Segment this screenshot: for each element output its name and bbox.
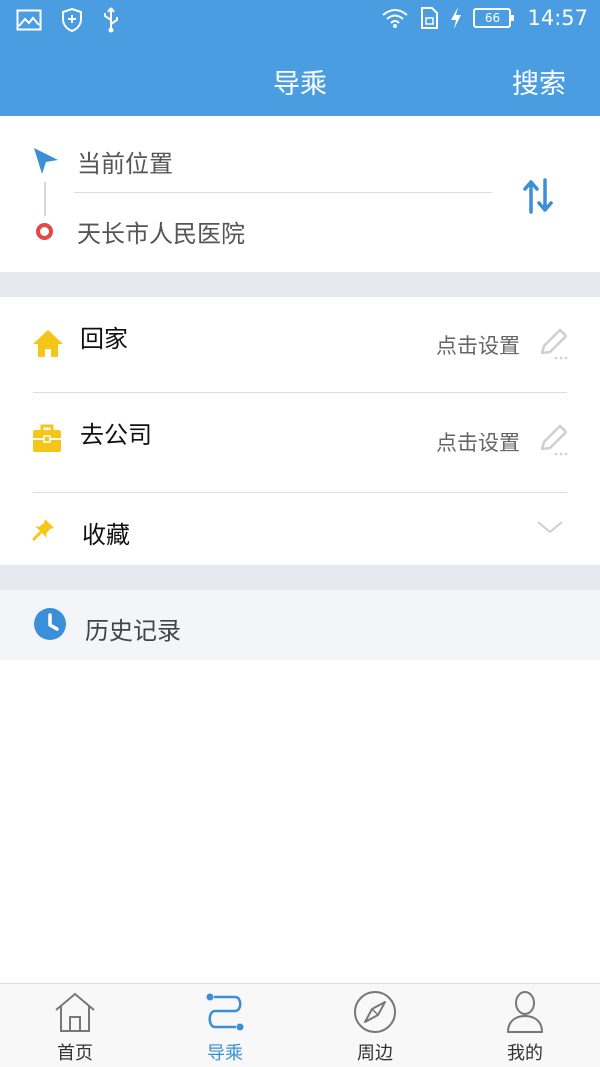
destination-dot-icon (36, 223, 53, 240)
tab-bar: 首页 导乘 周边 我的 (0, 983, 600, 1067)
page-title: 导乘 (273, 69, 327, 100)
favorites-label: 收藏 (82, 521, 130, 549)
history-label: 历史记录 (85, 617, 181, 645)
destination-field[interactable]: 天长市人民医院 (77, 214, 245, 249)
clock-icon (33, 607, 67, 645)
pin-icon (32, 517, 56, 545)
section-gap (0, 272, 600, 297)
usb-icon (102, 6, 120, 34)
origin-field[interactable]: 当前位置 (77, 144, 173, 179)
person-icon (507, 991, 543, 1033)
edit-icon[interactable] (536, 423, 570, 461)
divider (74, 192, 492, 193)
edit-icon[interactable] (536, 327, 570, 365)
work-row[interactable]: 去公司 点击设置 (0, 393, 600, 489)
swap-arrows-icon (523, 178, 553, 214)
charging-icon (449, 6, 463, 30)
wifi-icon (381, 7, 409, 29)
home-row[interactable]: 回家 点击设置 (0, 297, 600, 393)
tab-home[interactable]: 首页 (0, 984, 150, 1067)
clock: 14:57 (527, 6, 588, 30)
history-header[interactable]: 历史记录 (0, 590, 600, 660)
tab-label: 导乘 (207, 1043, 243, 1064)
briefcase-icon (32, 423, 62, 457)
tab-mine[interactable]: 我的 (450, 984, 600, 1067)
nav-bar: 导乘 搜索 (0, 42, 600, 116)
home-set-link[interactable]: 点击设置 (436, 330, 520, 360)
gallery-icon (16, 9, 42, 31)
favorites-row[interactable]: 收藏 (0, 493, 600, 565)
status-bar: 66 14:57 (0, 0, 600, 42)
chevron-down-icon[interactable] (536, 519, 564, 539)
tab-label: 首页 (57, 1043, 93, 1064)
compass-icon (354, 991, 396, 1033)
route-connector (44, 182, 46, 216)
home-icon (55, 992, 95, 1032)
section-gap (0, 565, 600, 590)
route-panel: 当前位置 天长市人民医院 (0, 116, 600, 272)
home-label: 回家 (80, 325, 128, 353)
tab-guide[interactable]: 导乘 (150, 984, 300, 1067)
home-icon (32, 328, 64, 362)
tab-label: 周边 (357, 1043, 393, 1064)
tab-nearby[interactable]: 周边 (300, 984, 450, 1067)
shield-icon (60, 7, 84, 33)
route-icon (206, 993, 244, 1031)
saved-places: 回家 点击设置 去公司 点击设置 收藏 (0, 297, 600, 565)
swap-route-button[interactable] (520, 176, 556, 216)
tab-label: 我的 (507, 1043, 543, 1064)
work-label: 去公司 (80, 421, 152, 449)
search-button[interactable]: 搜索 (512, 62, 566, 101)
battery-indicator: 66 (473, 8, 515, 28)
sim-icon (419, 6, 439, 30)
work-set-link[interactable]: 点击设置 (436, 427, 520, 457)
location-arrow-icon (32, 146, 60, 180)
